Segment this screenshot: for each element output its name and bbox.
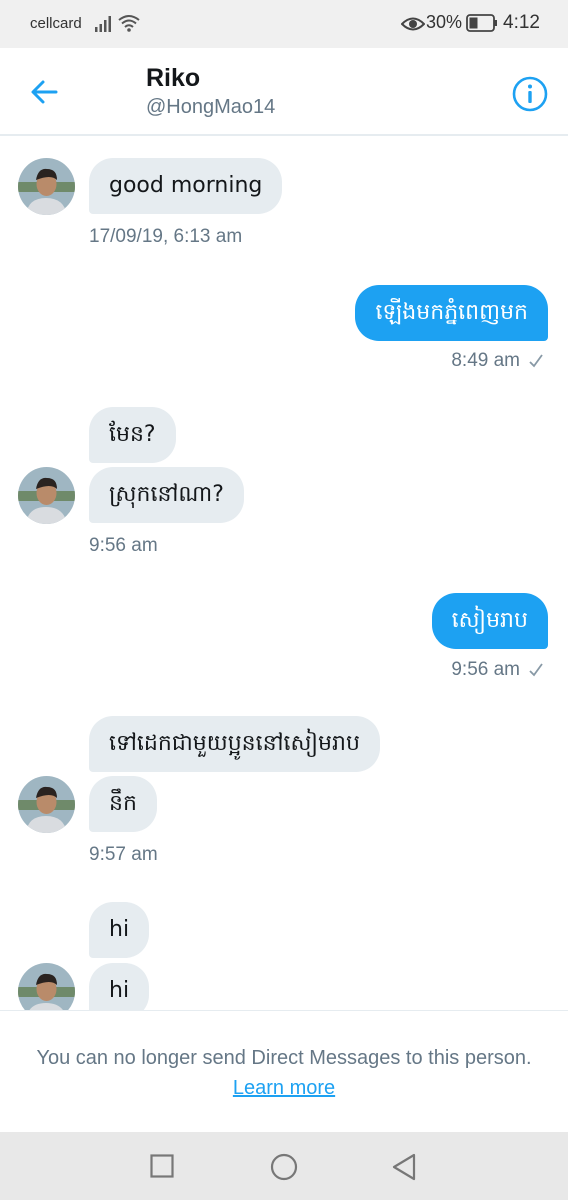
read-check-icon <box>529 354 543 368</box>
status-time: 4:12 <box>503 12 540 33</box>
dm-disabled-notice: You can no longer send Direct Messages t… <box>0 1010 568 1132</box>
message-bubble[interactable]: មែន? <box>89 407 176 463</box>
nav-recents-icon[interactable] <box>150 1154 174 1178</box>
read-check-icon <box>529 663 543 677</box>
nav-home-icon[interactable] <box>270 1153 298 1181</box>
message-bubble[interactable]: ទៅដេកជាមួយប្អូននៅសៀមរាប <box>89 716 380 772</box>
message-timestamp: 9:56 am <box>451 659 544 681</box>
message-bubble[interactable]: good morning <box>89 158 283 214</box>
avatar[interactable] <box>18 467 75 524</box>
nav-back-icon[interactable] <box>391 1153 417 1181</box>
message-timestamp: 17/09/19, 6:13 am <box>89 226 243 247</box>
carrier-name: cellcard <box>30 15 82 32</box>
message-timestamp: 9:57 am <box>89 844 158 865</box>
battery-icon <box>466 14 497 32</box>
wifi-icon <box>118 15 140 32</box>
status-bar: cellcard 30% 4:12 <box>0 0 568 48</box>
info-icon[interactable] <box>511 75 549 113</box>
timestamp-text: 9:56 am <box>451 659 520 680</box>
battery-percentage: 30% <box>426 12 463 32</box>
conversation-header: Riko @HongMao14 <box>0 48 568 136</box>
message-bubble[interactable]: ស្រុកនៅណា? <box>89 467 244 523</box>
notice-message: You can no longer send Direct Messages t… <box>36 1047 532 1069</box>
message-bubble[interactable]: hi <box>89 902 150 958</box>
message-thread[interactable]: good morning 17/09/19, 6:13 am ឡើងមកភ្នំ… <box>0 136 568 1010</box>
back-arrow-icon[interactable] <box>26 74 62 110</box>
avatar[interactable] <box>18 776 75 833</box>
message-bubble[interactable]: ឡើងមកភ្នំពេញមក <box>355 285 548 341</box>
avatar[interactable] <box>18 158 75 215</box>
signal-icon <box>95 16 111 32</box>
contact-name: Riko <box>146 64 201 92</box>
system-nav-bar <box>0 1132 568 1200</box>
eye-icon <box>401 17 425 31</box>
contact-handle: @HongMao14 <box>146 96 276 118</box>
avatar[interactable] <box>18 963 75 1010</box>
message-bubble[interactable]: សៀមរាប <box>431 593 548 649</box>
message-bubble[interactable]: នឹក <box>89 776 157 832</box>
message-timestamp: 9:56 am <box>89 535 158 556</box>
message-bubble[interactable]: hi <box>89 963 150 1010</box>
learn-more-link[interactable]: Learn more <box>233 1077 335 1099</box>
timestamp-text: 8:49 am <box>451 350 520 371</box>
message-timestamp: 8:49 am <box>451 350 544 372</box>
notice-text: You can no longer send Direct Messages t… <box>34 1043 534 1103</box>
